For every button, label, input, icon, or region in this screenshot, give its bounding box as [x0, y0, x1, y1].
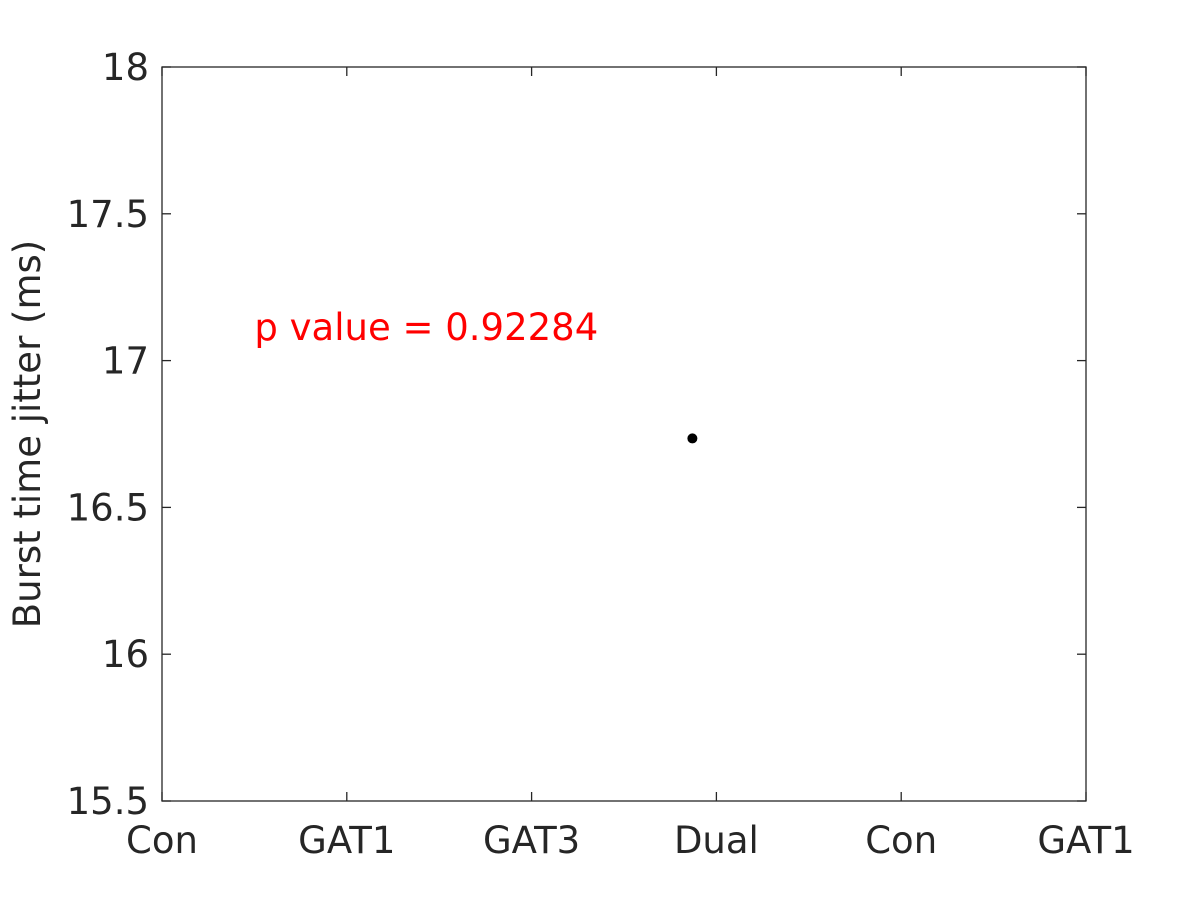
data-point — [687, 433, 698, 444]
x-tick-label: Dual — [674, 819, 759, 862]
y-tick-label: 15.5 — [67, 780, 149, 823]
y-tick-label: 16 — [102, 633, 149, 676]
points — [687, 433, 698, 444]
annotations: p value = 0.92284 — [254, 306, 598, 349]
plot-background — [162, 67, 1086, 801]
x-tick-label: Con — [865, 819, 937, 862]
chart: Con GAT1 GAT3 Dual Con GAT1 15.5 16 16.5 17 17.5 18… — [6, 46, 1135, 862]
y-tick-label: 17.5 — [67, 193, 149, 236]
x-tick-label: GAT1 — [298, 819, 395, 862]
x-tick-label: Con — [126, 819, 198, 862]
x-tick-label: GAT1 — [1037, 819, 1134, 862]
y-axis-label: Burst time jitter (ms) — [6, 240, 49, 628]
p-value-annotation: p value = 0.92284 — [254, 306, 598, 349]
x-tick-label: GAT3 — [483, 819, 580, 862]
y-tick-label: 17 — [102, 340, 149, 383]
y-tick-label: 18 — [102, 46, 149, 89]
y-tick-label: 16.5 — [67, 486, 149, 529]
